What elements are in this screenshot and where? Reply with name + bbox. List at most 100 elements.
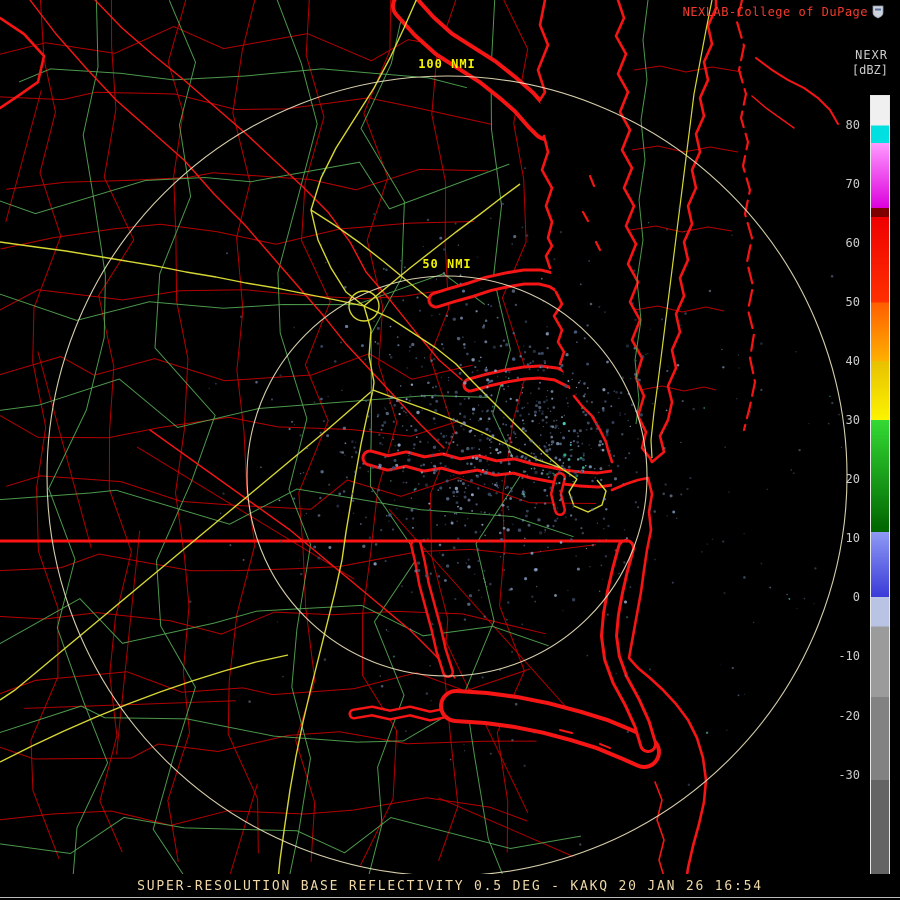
radar-echo (631, 302, 633, 304)
colorbar-tick-label: 40 (846, 354, 860, 368)
radar-echo (558, 482, 560, 484)
radar-echo (452, 441, 454, 443)
colorbar-tick-label: 0 (853, 590, 860, 604)
radar-echo (581, 407, 583, 409)
radar-echo (554, 427, 556, 429)
radar-echo (615, 549, 617, 551)
radar-echo (744, 533, 745, 534)
radar-echo (215, 383, 217, 385)
radar-echo (343, 490, 346, 493)
radar-echo (642, 427, 643, 428)
radar-echo (599, 591, 601, 593)
radar-echo (436, 374, 437, 375)
radar-echo (453, 495, 455, 497)
radar-echo (628, 420, 629, 421)
radar-echo (624, 675, 626, 677)
radar-echo (544, 502, 546, 504)
radar-echo (542, 410, 544, 412)
radar-echo (582, 466, 585, 469)
radar-echo (478, 488, 480, 490)
radar-echo (526, 510, 529, 513)
radar-echo (313, 546, 316, 549)
radar-echo (456, 501, 459, 504)
radar-echo (484, 511, 486, 513)
radar-echo (491, 434, 494, 437)
radar-echo (558, 471, 561, 474)
radar-echo (786, 594, 787, 595)
radar-echo (388, 631, 389, 632)
radar-echo (497, 376, 498, 377)
radar-echo (760, 342, 763, 345)
radar-echo (563, 453, 566, 456)
radar-echo (635, 360, 637, 362)
radar-echo (469, 594, 472, 597)
radar-echo (522, 387, 523, 388)
radar-echo (546, 422, 548, 424)
radar-echo (534, 471, 537, 474)
radar-echo (677, 364, 680, 367)
radar-echo (395, 464, 398, 467)
radar-echo (535, 568, 536, 569)
radar-echo (558, 428, 559, 429)
radar-echo (589, 444, 590, 445)
radar-echo (510, 487, 512, 489)
radar-echo (325, 262, 326, 263)
radar-echo (572, 379, 573, 380)
radar-echo (320, 398, 323, 401)
radar-echo (584, 337, 586, 339)
radar-echo (575, 518, 577, 520)
radar-echo (471, 493, 474, 496)
radar-echo (522, 419, 524, 421)
radar-echo (361, 344, 364, 347)
radar-echo (505, 424, 507, 426)
radar-echo (573, 332, 575, 334)
radar-echo (373, 213, 375, 215)
radar-echo (523, 345, 524, 346)
radar-echo (371, 490, 373, 492)
radar-echo (456, 496, 457, 497)
radar-echo (639, 379, 641, 381)
radar-echo (568, 458, 571, 461)
radar-echo (434, 409, 437, 412)
radar-echo (498, 301, 499, 302)
radar-echo (394, 445, 395, 446)
radar-echo (602, 407, 605, 410)
radar-echo (427, 381, 430, 384)
radar-echo (430, 573, 432, 575)
radar-echo (582, 458, 585, 461)
radar-echo (484, 340, 487, 343)
radar-echo (517, 377, 519, 379)
radar-echo (457, 506, 459, 508)
radar-echo (497, 487, 499, 489)
radar-echo (534, 411, 537, 414)
radar-echo (435, 386, 437, 388)
radar-echo (386, 629, 388, 631)
radar-echo (539, 445, 540, 446)
radar-echo (459, 372, 462, 375)
radar-echo (385, 268, 388, 271)
radar-echo (464, 398, 466, 400)
radar-echo (488, 493, 491, 496)
radar-echo (453, 546, 456, 549)
radar-echo (507, 434, 509, 436)
radar-echo (409, 399, 411, 401)
radar-echo (637, 438, 639, 440)
radar-echo (497, 317, 499, 319)
radar-echo (547, 332, 549, 334)
radar-echo (481, 410, 483, 412)
radar-echo (475, 457, 478, 460)
radar-echo (470, 471, 471, 472)
radar-echo (481, 434, 483, 436)
radar-echo (354, 471, 356, 473)
radar-echo (648, 222, 649, 223)
radar-echo (468, 392, 469, 393)
radar-echo (406, 398, 408, 400)
radar-echo (470, 419, 472, 421)
radar-echo (478, 360, 480, 362)
radar-echo (392, 528, 394, 530)
radar-echo (446, 435, 447, 436)
radar-echo (640, 413, 643, 416)
radar-echo (447, 467, 449, 469)
radar-echo (624, 601, 627, 604)
radar-echo (505, 439, 508, 442)
